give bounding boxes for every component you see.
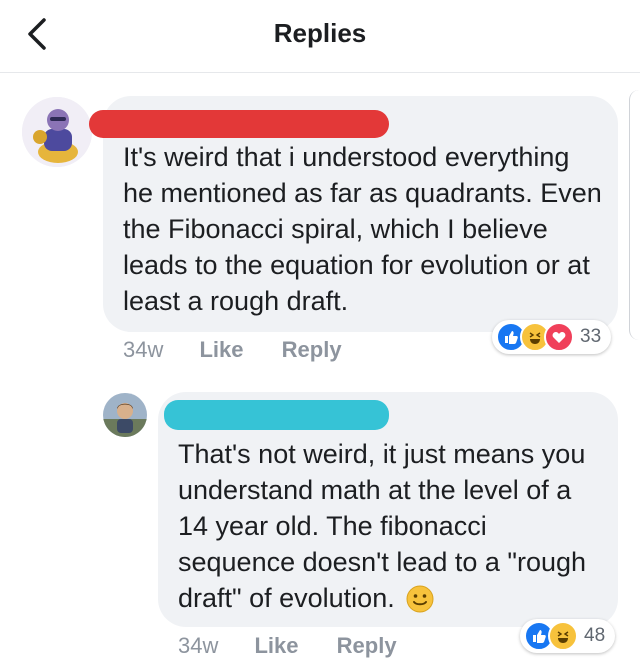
love-icon bbox=[544, 322, 574, 352]
replies-header: Replies bbox=[0, 0, 640, 73]
comment-text-body: That's not weird, it just means you unde… bbox=[178, 439, 587, 613]
avatar[interactable] bbox=[22, 97, 92, 167]
scroll-edge bbox=[629, 90, 640, 340]
comment-text: It's weird that i understood everything … bbox=[123, 142, 602, 316]
comment-text: That's not weird, it just means you unde… bbox=[178, 436, 598, 622]
reply-button[interactable]: Reply bbox=[282, 337, 342, 362]
redacted-name bbox=[164, 400, 389, 430]
reaction-summary[interactable]: 48 bbox=[520, 619, 616, 653]
avatar-image bbox=[103, 393, 147, 437]
comment-bubble: It's weird that i understood everything … bbox=[89, 96, 618, 332]
comment-bubble: That's not weird, it just means you unde… bbox=[158, 392, 618, 627]
reply-button[interactable]: Reply bbox=[337, 633, 397, 658]
reaction-summary[interactable]: 33 bbox=[492, 320, 612, 354]
avatar-image bbox=[22, 97, 92, 167]
haha-icon bbox=[548, 621, 578, 651]
page-title: Replies bbox=[273, 18, 367, 48]
timestamp: 34w bbox=[178, 633, 219, 658]
avatar[interactable] bbox=[103, 393, 147, 437]
smile-emoji-icon bbox=[406, 585, 434, 622]
like-button[interactable]: Like bbox=[254, 633, 298, 658]
like-button[interactable]: Like bbox=[199, 337, 243, 362]
reaction-count: 33 bbox=[580, 326, 602, 347]
reaction-count: 48 bbox=[584, 625, 606, 646]
comment-meta: 34w Like Reply bbox=[178, 633, 397, 659]
timestamp: 34w bbox=[123, 337, 164, 362]
comment-meta: 34w Like Reply bbox=[123, 337, 342, 363]
redacted-name bbox=[89, 110, 389, 138]
